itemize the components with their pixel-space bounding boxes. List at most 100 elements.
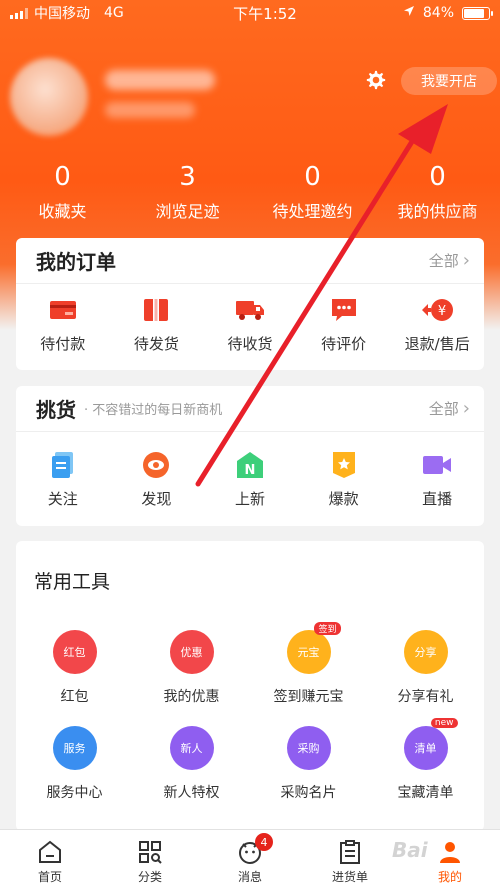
stat-my-suppliers[interactable]: 0 我的供应商 bbox=[375, 160, 500, 230]
pick-goods-card: 挑货 · 不容错过的每日新商机 全部 › 关注 发现 N 上新 爆款 直播 bbox=[16, 386, 484, 526]
tab-messages[interactable]: 4 消息 bbox=[200, 830, 300, 889]
star-badge-icon bbox=[331, 450, 357, 480]
pick-title: 挑货 bbox=[36, 398, 76, 422]
user-subtitle-blurred bbox=[105, 102, 195, 118]
checkin-tag: 签到 bbox=[314, 622, 341, 635]
tab-label: 首页 bbox=[37, 870, 62, 884]
stats-row: 0 收藏夹 3 浏览足迹 0 待处理邀约 0 我的供应商 bbox=[0, 160, 500, 230]
network-label: 4G bbox=[104, 5, 124, 21]
unread-badge: 4 bbox=[255, 833, 273, 851]
order-item-label: 待付款 bbox=[40, 334, 86, 353]
treasure-list-icon: 清单 new bbox=[403, 718, 458, 770]
pick-follow[interactable]: 关注 bbox=[16, 432, 110, 526]
stat-browse-history[interactable]: 3 浏览足迹 bbox=[125, 160, 250, 230]
gear-icon bbox=[366, 70, 386, 90]
username-blurred bbox=[105, 70, 215, 90]
tool-label: 采购名片 bbox=[280, 785, 337, 801]
newcomer-icon: 新人 bbox=[169, 726, 214, 770]
orders-header: 我的订单 全部 › bbox=[16, 238, 484, 284]
chevron-right-icon: › bbox=[462, 398, 470, 419]
carrier-label: 中国移动 bbox=[34, 6, 90, 22]
orders-view-all[interactable]: 全部 › bbox=[429, 250, 470, 271]
refund-icon: ¥ bbox=[419, 295, 455, 325]
battery-percent: 84% bbox=[422, 5, 454, 21]
document-icon bbox=[51, 450, 75, 480]
stat-favorites[interactable]: 0 收藏夹 bbox=[0, 160, 125, 230]
orders-card: 我的订单 全部 › 待付款 待发货 待收货 待评价 ¥ 退款/售后 bbox=[16, 238, 484, 370]
svg-text:N: N bbox=[245, 463, 256, 478]
settings-button[interactable] bbox=[362, 66, 390, 94]
pick-item-label: 发现 bbox=[141, 489, 172, 508]
red-packet-icon: 红包 bbox=[52, 630, 97, 674]
tool-label: 新人特权 bbox=[163, 785, 220, 801]
tool-label: 宝藏清单 bbox=[397, 785, 454, 801]
pick-view-all[interactable]: 全部 › bbox=[429, 398, 470, 419]
pick-new-arrivals[interactable]: N 上新 bbox=[203, 432, 297, 526]
tool-label: 分享有礼 bbox=[397, 689, 454, 705]
pick-hot-items[interactable]: 爆款 bbox=[297, 432, 391, 526]
tool-newcomer-perks[interactable]: 新人 新人特权 bbox=[133, 726, 250, 802]
tab-label: 消息 bbox=[237, 870, 262, 884]
tool-share-gift[interactable]: 分享 分享有礼 bbox=[367, 630, 484, 706]
tool-label: 我的优惠 bbox=[163, 689, 220, 705]
stat-pending-invites[interactable]: 0 待处理邀约 bbox=[250, 160, 375, 230]
order-pending-receipt[interactable]: 待收货 bbox=[203, 284, 297, 364]
order-item-label: 退款/售后 bbox=[404, 334, 470, 353]
grid-icon bbox=[139, 841, 162, 864]
gold-ingot-icon: 元宝 签到 bbox=[286, 622, 341, 674]
open-shop-button[interactable]: 我要开店 bbox=[401, 67, 497, 95]
clock: 下午1:52 bbox=[233, 4, 297, 23]
pick-discover[interactable]: 发现 bbox=[110, 432, 204, 526]
tab-home[interactable]: 首页 bbox=[0, 830, 100, 889]
stat-value: 0 bbox=[304, 162, 321, 192]
tab-purchase-list[interactable]: 进货单 bbox=[300, 830, 400, 889]
battery-icon bbox=[462, 6, 493, 20]
order-item-label: 待评价 bbox=[321, 334, 367, 353]
tool-checkin-coins[interactable]: 元宝 签到 签到赚元宝 bbox=[250, 622, 367, 706]
tab-category[interactable]: 分类 bbox=[100, 830, 200, 889]
stat-label: 浏览足迹 bbox=[155, 202, 220, 221]
tool-purchase-card[interactable]: 采购 采购名片 bbox=[250, 726, 367, 802]
wallet-icon bbox=[49, 295, 77, 325]
tab-label: 分类 bbox=[137, 870, 162, 884]
coupon-icon: 优惠 bbox=[169, 630, 214, 674]
pick-item-label: 直播 bbox=[422, 489, 453, 508]
orders-title: 我的订单 bbox=[36, 250, 116, 274]
order-pending-shipment[interactable]: 待发货 bbox=[110, 284, 204, 364]
tool-red-packet[interactable]: 红包 红包 bbox=[16, 630, 133, 706]
view-all-label: 全部 bbox=[428, 400, 459, 418]
tool-icon-text: 元宝 bbox=[297, 646, 320, 659]
tool-icon-text: 红包 bbox=[63, 646, 86, 659]
stat-value: 3 bbox=[179, 162, 196, 192]
tools-title: 常用工具 bbox=[34, 571, 111, 593]
new-icon: N bbox=[236, 450, 264, 480]
order-pending-payment[interactable]: 待付款 bbox=[16, 284, 110, 364]
eye-icon bbox=[142, 450, 170, 480]
pick-live[interactable]: 直播 bbox=[390, 432, 484, 526]
package-icon bbox=[143, 295, 169, 325]
chevron-right-icon: › bbox=[462, 250, 470, 271]
tool-icon-text: 新人 bbox=[180, 742, 203, 755]
home-icon bbox=[39, 840, 61, 863]
tool-service-center[interactable]: 服务 服务中心 bbox=[16, 726, 133, 802]
order-refund-aftersale[interactable]: ¥ 退款/售后 bbox=[390, 284, 484, 364]
tool-label: 签到赚元宝 bbox=[273, 689, 344, 705]
stat-value: 0 bbox=[429, 162, 446, 192]
tool-label: 服务中心 bbox=[46, 785, 103, 801]
tool-icon-text: 采购 bbox=[297, 742, 320, 755]
order-item-label: 待收货 bbox=[227, 334, 273, 353]
pick-item-label: 关注 bbox=[47, 489, 78, 508]
watermark: Bai bbox=[392, 838, 428, 862]
pick-subtitle: · 不容错过的每日新商机 bbox=[84, 403, 223, 418]
svg-text:¥: ¥ bbox=[438, 304, 446, 319]
tool-icon-text: 优惠 bbox=[180, 646, 203, 659]
stat-label: 我的供应商 bbox=[397, 202, 478, 221]
tool-my-coupons[interactable]: 优惠 我的优惠 bbox=[133, 630, 250, 706]
tool-treasure-list[interactable]: 清单 new 宝藏清单 bbox=[367, 718, 484, 802]
order-pending-review[interactable]: 待评价 bbox=[297, 284, 391, 364]
common-tools-card: 常用工具 红包 红包 优惠 我的优惠 元宝 签到 签到赚元宝 分享 分享有礼 服务… bbox=[16, 541, 484, 831]
signal-icon bbox=[10, 7, 28, 19]
avatar[interactable] bbox=[10, 58, 88, 136]
tab-label: 进货单 bbox=[331, 870, 368, 884]
service-icon: 服务 bbox=[52, 726, 97, 770]
